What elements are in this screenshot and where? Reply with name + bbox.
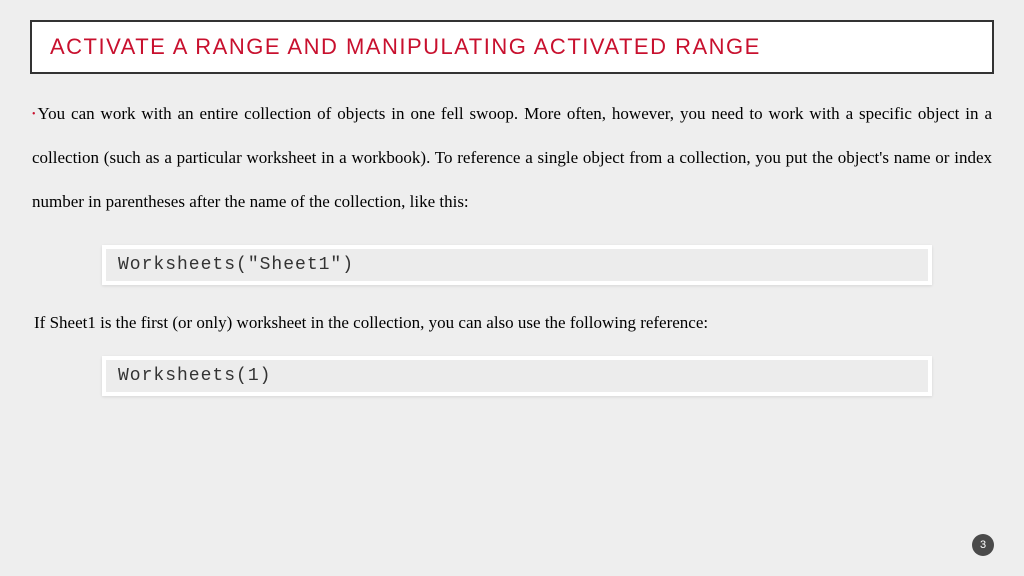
paragraph-text-1: You can work with an entire collection o… [32, 104, 992, 211]
code-text-1: Worksheets("Sheet1") [106, 249, 928, 281]
code-block-2: Worksheets(1) [102, 356, 932, 396]
intro-paragraph: •You can work with an entire collection … [32, 92, 992, 225]
code-block-1: Worksheets("Sheet1") [102, 245, 932, 285]
code-text-2: Worksheets(1) [106, 360, 928, 392]
bullet-icon: • [32, 109, 36, 120]
page-title: ACTIVATE A RANGE AND MANIPULATING ACTIVA… [50, 34, 974, 60]
followup-paragraph: If Sheet1 is the first (or only) workshe… [32, 309, 992, 336]
title-box: ACTIVATE A RANGE AND MANIPULATING ACTIVA… [30, 20, 994, 74]
body-content: •You can work with an entire collection … [30, 92, 994, 396]
page-number-text: 3 [980, 539, 986, 551]
page-number-badge: 3 [972, 534, 994, 556]
